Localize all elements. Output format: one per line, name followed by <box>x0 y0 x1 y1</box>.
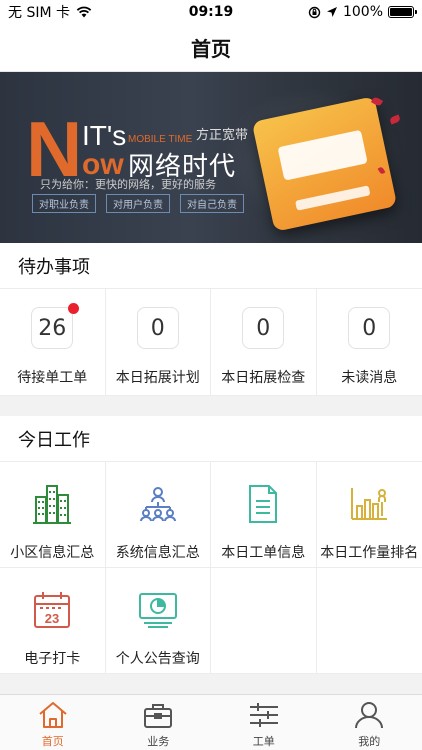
todo-label: 未读消息 <box>341 370 398 386</box>
todo-count-box: 0 <box>348 307 391 349</box>
work-item-system-info[interactable]: 系统信息汇总 <box>105 462 211 568</box>
wifi-icon <box>76 6 92 18</box>
battery-percent: 100% <box>342 4 383 20</box>
work-label: 电子打卡 <box>24 651 81 667</box>
tab-label: 工单 <box>252 735 275 748</box>
todo-count-box: 0 <box>242 307 285 349</box>
work-label: 系统信息汇总 <box>115 545 200 561</box>
todo-grid: 26 待接单工单 0 本日拓展计划 0 本日拓展检查 0 未读消息 <box>0 289 422 396</box>
org-chart-icon <box>139 487 176 522</box>
user-icon <box>355 702 384 729</box>
todo-section-header: 待办事项 <box>0 243 422 289</box>
todo-item-expansion-check[interactable]: 0 本日拓展检查 <box>211 289 317 396</box>
tab-label: 首页 <box>41 735 64 748</box>
tab-profile[interactable]: 我的 <box>317 695 422 750</box>
work-item-community-info[interactable]: 小区信息汇总 <box>0 462 106 568</box>
todo-label: 本日拓展检查 <box>221 370 306 386</box>
todo-count: 26 <box>38 315 67 341</box>
unread-badge <box>68 303 80 314</box>
work-item-workload-ranking[interactable]: 本日工作量排名 <box>316 462 422 568</box>
battery-icon <box>388 6 417 18</box>
work-section-title: 今日工作 <box>18 429 90 451</box>
ranking-icon <box>351 488 388 520</box>
nav-bar: 首页 <box>0 24 422 72</box>
svg-text:23: 23 <box>45 611 59 626</box>
banner-brand: 方正宽带 <box>196 128 249 143</box>
monitor-chart-icon <box>138 593 177 628</box>
banner-tag: 对自己负责 <box>180 194 244 213</box>
work-grid: 小区信息汇总 系统信息汇总 本日工单信息 本日工作量排名 23 电子打卡 个人公… <box>0 462 422 674</box>
work-label: 本日工单信息 <box>221 545 306 561</box>
work-label: 小区信息汇总 <box>10 545 95 561</box>
page-title: 首页 <box>191 37 231 61</box>
empty-cell <box>316 568 422 674</box>
orientation-lock-icon <box>308 6 321 18</box>
todo-item-expansion-plan[interactable]: 0 本日拓展计划 <box>105 289 211 396</box>
status-right: 100% <box>308 4 417 20</box>
sliders-icon <box>249 703 278 727</box>
document-icon <box>249 485 278 523</box>
work-item-announcements[interactable]: 个人公告查询 <box>105 568 211 674</box>
tab-label: 业务 <box>147 735 170 748</box>
work-label: 个人公告查询 <box>115 651 200 667</box>
tab-bar: 首页 业务 工单 我的 <box>0 694 422 750</box>
tab-home[interactable]: 首页 <box>0 695 106 750</box>
work-label: 本日工作量排名 <box>320 545 419 561</box>
todo-section-title: 待办事项 <box>18 256 90 278</box>
todo-count-box: 26 <box>31 303 80 349</box>
work-section-header: 今日工作 <box>0 416 422 462</box>
banner[interactable]: N IT's ow MOBILE TIME 方正宽带 网络时代 只为给你：更快的… <box>0 72 422 243</box>
work-item-clock-in[interactable]: 23 电子打卡 <box>0 568 106 674</box>
todo-count-box: 0 <box>136 307 179 349</box>
tab-label: 我的 <box>358 735 381 748</box>
calendar-icon: 23 <box>34 592 71 628</box>
todo-item-unread-messages[interactable]: 0 未读消息 <box>316 289 422 396</box>
briefcase-icon <box>144 704 173 728</box>
todo-count: 0 <box>150 315 165 341</box>
todo-label: 待接单工单 <box>17 370 88 386</box>
work-item-daily-orders[interactable]: 本日工单信息 <box>211 462 317 568</box>
tab-orders[interactable]: 工单 <box>211 695 317 750</box>
banner-mobile-time: MOBILE TIME <box>128 134 193 145</box>
banner-tag: 对职业负责 <box>32 194 96 213</box>
banner-tag: 对用户负责 <box>106 194 170 213</box>
tab-business[interactable]: 业务 <box>106 695 212 750</box>
status-left: 无 SIM 卡 <box>8 2 92 22</box>
carrier-label: 无 SIM 卡 <box>8 5 70 21</box>
todo-item-pending-orders[interactable]: 26 待接单工单 <box>0 289 106 396</box>
building-icon <box>33 485 72 524</box>
todo-count: 0 <box>362 315 377 341</box>
location-arrow-icon <box>326 7 337 17</box>
todo-count: 0 <box>256 315 271 341</box>
todo-label: 本日拓展计划 <box>115 370 200 386</box>
home-icon <box>39 702 67 728</box>
empty-cell <box>211 568 317 674</box>
status-bar: 无 SIM 卡 09:19 100% <box>0 0 422 24</box>
banner-tags: 对职业负责 对用户负责 对自己负责 <box>32 194 244 213</box>
banner-subtitle: 只为给你：更快的网络，更好的服务 <box>40 178 216 191</box>
